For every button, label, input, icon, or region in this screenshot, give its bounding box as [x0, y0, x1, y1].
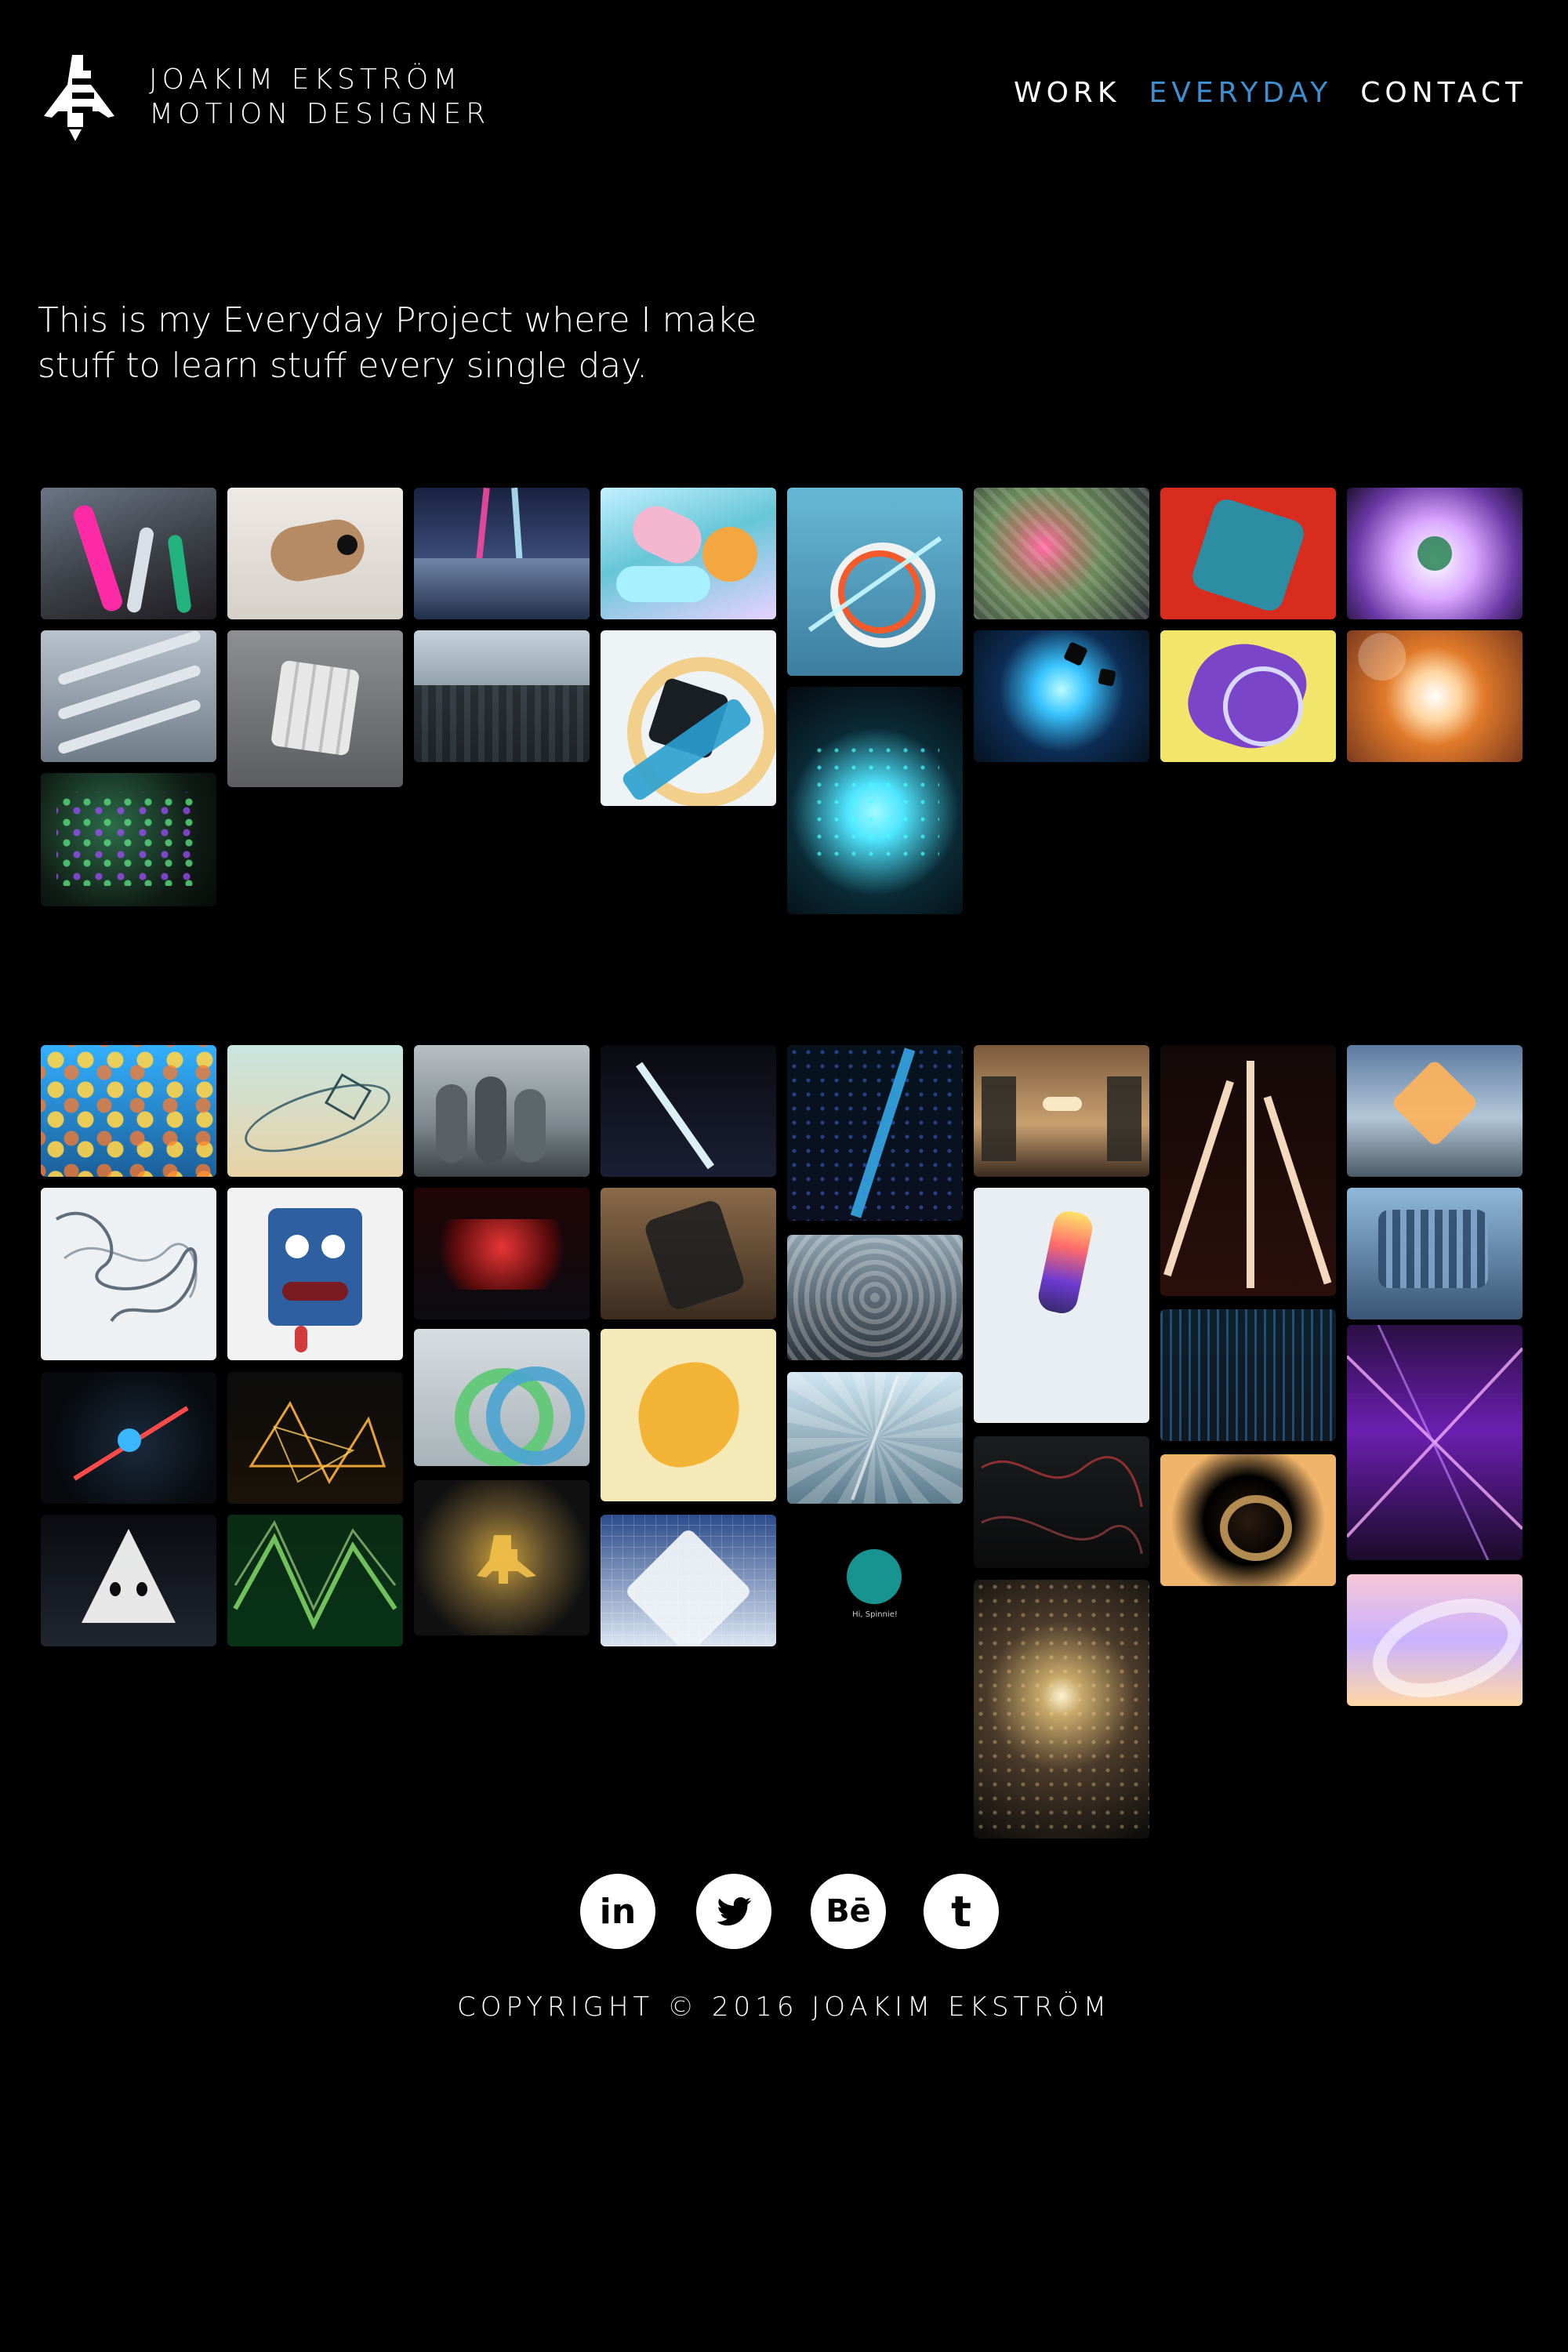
- grid-tile[interactable]: [1347, 1045, 1523, 1177]
- grid-tile[interactable]: [1160, 488, 1336, 619]
- grid-tile[interactable]: [227, 1372, 403, 1504]
- grid-tile[interactable]: [601, 1188, 776, 1319]
- nav-work[interactable]: WORK: [1014, 77, 1121, 109]
- grid-tile[interactable]: [1347, 1325, 1523, 1560]
- grid-tile[interactable]: [414, 1329, 590, 1466]
- grid-tile[interactable]: [1160, 630, 1336, 762]
- grid-tile[interactable]: [974, 1045, 1149, 1177]
- grid-tile[interactable]: [601, 1515, 776, 1646]
- grid-tile[interactable]: [414, 1045, 590, 1177]
- grid-tile[interactable]: Hi, Spinnie!: [815, 1537, 933, 1639]
- grid-tile[interactable]: [1160, 1045, 1336, 1296]
- grid-tile[interactable]: [41, 1188, 216, 1360]
- tumblr-icon: t: [951, 1886, 971, 1936]
- grid-tile[interactable]: [41, 1515, 216, 1646]
- grid-tile[interactable]: [1160, 1454, 1336, 1586]
- grid-tile[interactable]: [41, 488, 216, 619]
- tumblr-button[interactable]: t: [924, 1874, 999, 1949]
- grid-tile[interactable]: [414, 630, 590, 762]
- grid-tile[interactable]: [227, 630, 403, 787]
- brand: JOAKIM EKSTRÖM MOTION DESIGNER: [149, 63, 490, 132]
- header: JOAKIM EKSTRÖM MOTION DESIGNER WORK EVER…: [0, 0, 1568, 157]
- thumb-caption: Hi, Spinnie!: [852, 1610, 898, 1619]
- grid-tile[interactable]: [601, 1329, 776, 1501]
- brand-title: MOTION DESIGNER: [149, 98, 491, 130]
- grid-tile[interactable]: [1347, 1574, 1523, 1706]
- twitter-icon: [717, 1897, 751, 1926]
- grid-tile[interactable]: [1347, 488, 1523, 619]
- grid-tile[interactable]: [1347, 1188, 1523, 1319]
- grid-tile[interactable]: [227, 1515, 403, 1646]
- grid-tile[interactable]: [1347, 630, 1523, 762]
- grid-tile[interactable]: [414, 1188, 590, 1319]
- grid-tile[interactable]: [41, 773, 216, 906]
- grid-tile[interactable]: [787, 1045, 963, 1221]
- grid-tile[interactable]: [601, 630, 776, 806]
- linkedin-button[interactable]: in: [580, 1874, 655, 1949]
- grid-tile[interactable]: [787, 1372, 963, 1504]
- grid-tile[interactable]: [414, 488, 590, 619]
- logo[interactable]: [36, 55, 114, 141]
- grid-tile[interactable]: [414, 1480, 590, 1635]
- grid-tile[interactable]: [227, 1045, 403, 1177]
- intro-text: This is my Everyday Project where I make…: [38, 300, 757, 386]
- grid-tile[interactable]: [1160, 1309, 1336, 1441]
- grid-tile[interactable]: [601, 1045, 776, 1177]
- grid-tile[interactable]: [787, 488, 963, 676]
- grid-tile[interactable]: [227, 488, 403, 619]
- brand-name: JOAKIM EKSTRÖM: [149, 64, 463, 96]
- grid-tile[interactable]: [974, 630, 1149, 762]
- grid-tile[interactable]: [787, 687, 963, 914]
- grid-tile[interactable]: [601, 488, 776, 619]
- grid-tile[interactable]: [41, 1372, 216, 1504]
- grid-tile[interactable]: [787, 1235, 963, 1360]
- footer-copyright: COPYRIGHT © 2016 JOAKIM EKSTRÖM: [456, 1991, 1112, 2023]
- behance-button[interactable]: Bē: [811, 1874, 886, 1949]
- nav-everyday[interactable]: EVERYDAY: [1149, 77, 1333, 109]
- behance-icon: Bē: [826, 1893, 871, 1929]
- grid-tile[interactable]: [227, 1188, 403, 1360]
- linkedin-icon: in: [599, 1891, 637, 1932]
- grid-tile[interactable]: [974, 488, 1149, 619]
- social-links: in Bē t: [0, 1874, 1568, 1952]
- twitter-button[interactable]: [696, 1874, 771, 1949]
- grid-tile[interactable]: [974, 1580, 1149, 1838]
- grid-tile[interactable]: [974, 1436, 1149, 1568]
- grid-tile[interactable]: [41, 1045, 216, 1177]
- nav-contact[interactable]: CONTACT: [1360, 77, 1527, 109]
- grid-tile[interactable]: [974, 1188, 1149, 1423]
- grid-tile[interactable]: [41, 630, 216, 762]
- top-nav: WORK EVERYDAY CONTACT: [1014, 77, 1527, 109]
